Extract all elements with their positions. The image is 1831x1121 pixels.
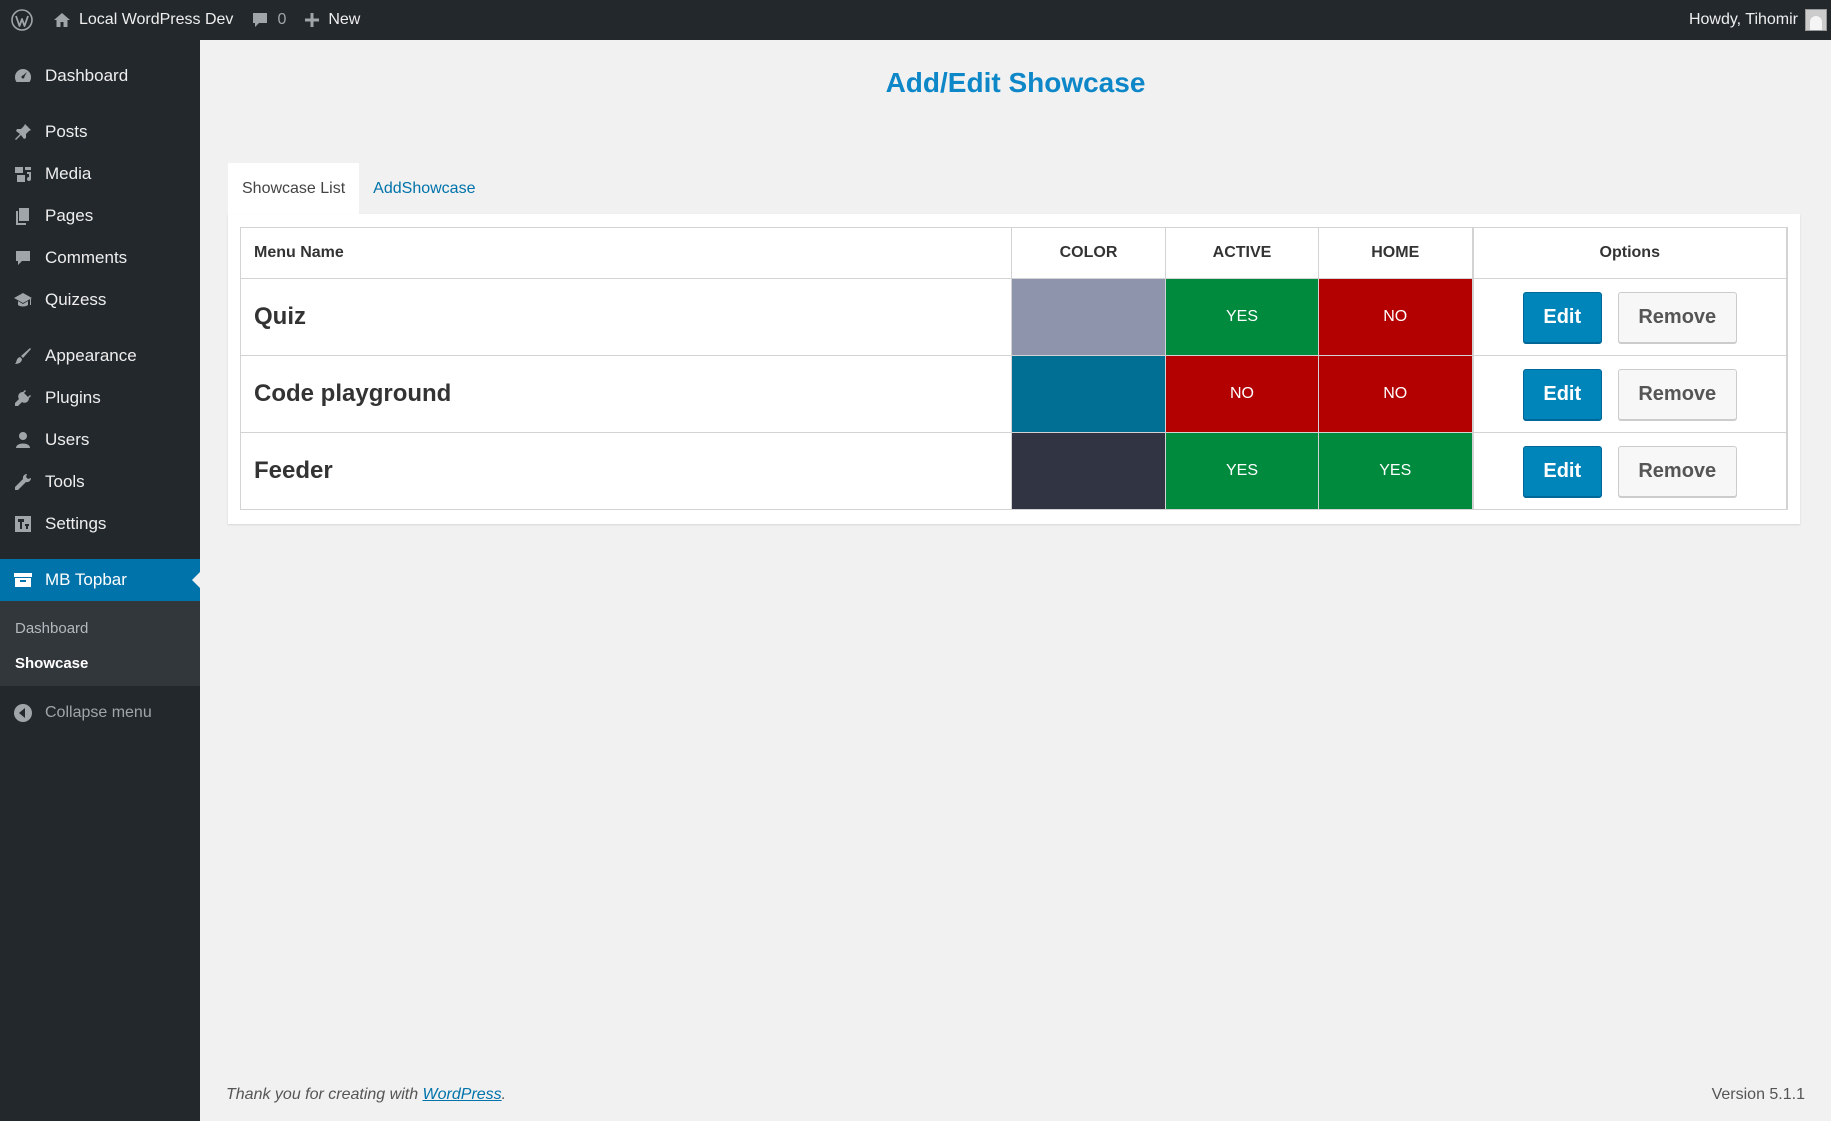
color-swatch <box>1011 355 1166 433</box>
tab-add-showcase[interactable]: AddShowcase <box>359 163 489 214</box>
tab-showcase-list[interactable]: Showcase List <box>228 163 360 214</box>
submenu-item-dashboard[interactable]: Dashboard <box>0 611 200 646</box>
sidebar-item-label: Tools <box>45 472 85 491</box>
home-status-cell: NO <box>1318 355 1473 433</box>
pin-icon <box>12 121 34 143</box>
sidebar-item-mb-topbar[interactable]: MB Topbar <box>0 559 200 601</box>
options-cell: Edit Remove <box>1471 355 1788 433</box>
color-swatch <box>1011 432 1166 510</box>
user-icon <box>12 429 34 451</box>
header-home: HOME <box>1318 227 1473 279</box>
paintbrush-icon <box>12 345 34 367</box>
settings-icon <box>12 513 34 535</box>
header-menu-name: Menu Name <box>240 227 1012 279</box>
sidebar-item-label: Plugins <box>45 388 101 407</box>
new-label: New <box>328 11 361 28</box>
sidebar-item-label: Dashboard <box>45 66 129 85</box>
wordpress-link[interactable]: WordPress <box>423 1086 502 1103</box>
site-name-link[interactable]: Local WordPress Dev <box>44 0 242 40</box>
showcase-list-panel: Menu Name COLOR ACTIVE HOME Options Quiz… <box>228 214 1800 524</box>
showcase-table: Menu Name COLOR ACTIVE HOME Options Quiz… <box>240 227 1788 510</box>
edit-button[interactable]: Edit <box>1522 445 1602 497</box>
home-status-cell: YES <box>1318 432 1473 510</box>
remove-button[interactable]: Remove <box>1617 445 1737 497</box>
sidebar-item-pages[interactable]: Pages <box>0 195 200 237</box>
wrench-icon <box>12 471 34 493</box>
sidebar-item-label: Comments <box>45 248 128 267</box>
table-row: Code playground NO NO Edit Remove <box>240 355 1788 433</box>
graduation-cap-icon <box>12 289 34 311</box>
submenu-item-showcase[interactable]: Showcase <box>0 646 200 681</box>
sidebar-item-comments[interactable]: Comments <box>0 237 200 279</box>
site-name: Local WordPress Dev <box>79 11 234 28</box>
wordpress-logo-icon[interactable] <box>0 0 44 40</box>
dashboard-icon <box>12 65 34 87</box>
sidebar-item-tools[interactable]: Tools <box>0 461 200 503</box>
header-active: ACTIVE <box>1165 227 1319 279</box>
pages-icon <box>12 205 34 227</box>
table-row: Feeder YES YES Edit Remove <box>240 432 1788 510</box>
active-status-cell: YES <box>1165 278 1319 356</box>
my-account[interactable]: Howdy, Tihomir <box>1680 0 1831 40</box>
active-status-cell: YES <box>1165 432 1319 510</box>
footer-thanks: Thank you for creating with WordPress. <box>226 1086 506 1104</box>
plugin-icon <box>12 387 34 409</box>
avatar <box>1805 9 1827 31</box>
archive-icon <box>12 569 34 591</box>
header-options: Options <box>1471 227 1788 279</box>
collapse-arrow-icon <box>12 702 34 724</box>
sidebar-item-appearance[interactable]: Appearance <box>0 335 200 377</box>
new-content-link[interactable]: New <box>295 0 369 40</box>
sidebar-item-label: Posts <box>45 122 88 141</box>
menu-name-cell: Feeder <box>240 432 1012 510</box>
comments-link[interactable]: 0 <box>242 0 295 40</box>
footer-thanks-text: Thank you for creating with <box>226 1086 423 1103</box>
mb-topbar-submenu: Dashboard Showcase <box>0 601 200 686</box>
sidebar-item-label: Quizess <box>45 290 107 309</box>
media-icon <box>12 163 34 185</box>
options-cell: Edit Remove <box>1471 278 1788 356</box>
sidebar-item-label: Settings <box>45 514 107 533</box>
comment-icon <box>12 247 34 269</box>
plus-icon <box>304 12 320 28</box>
sidebar-item-quizess[interactable]: Quizess <box>0 279 200 321</box>
sidebar-item-posts[interactable]: Posts <box>0 111 200 153</box>
sidebar-item-settings[interactable]: Settings <box>0 503 200 545</box>
header-color: COLOR <box>1011 227 1166 279</box>
comments-count: 0 <box>277 11 287 28</box>
active-status-cell: NO <box>1165 355 1319 433</box>
comment-icon <box>251 11 269 29</box>
color-swatch <box>1011 278 1166 356</box>
collapse-menu-label: Collapse menu <box>45 704 152 721</box>
sidebar-item-label: Media <box>45 164 92 183</box>
menu-name-cell: Quiz <box>240 278 1012 356</box>
remove-button[interactable]: Remove <box>1617 291 1737 343</box>
sidebar-item-label: Appearance <box>45 346 137 365</box>
table-row: Quiz YES NO Edit Remove <box>240 278 1788 356</box>
howdy-greeting: Howdy, Tihomir <box>1688 11 1798 28</box>
sidebar-item-plugins[interactable]: Plugins <box>0 377 200 419</box>
home-status-cell: NO <box>1318 278 1473 356</box>
sidebar-item-users[interactable]: Users <box>0 419 200 461</box>
sidebar-item-dashboard[interactable]: Dashboard <box>0 55 200 97</box>
remove-button[interactable]: Remove <box>1617 368 1737 420</box>
page-title: Add/Edit Showcase <box>885 67 1146 98</box>
edit-button[interactable]: Edit <box>1522 368 1602 420</box>
edit-button[interactable]: Edit <box>1522 291 1602 343</box>
admin-sidebar: Dashboard Posts Media Pages Comments Qui… <box>0 40 200 1121</box>
home-icon <box>53 11 71 29</box>
main-content: Add/Edit Showcase Showcase List AddShowc… <box>200 40 1831 1121</box>
options-cell: Edit Remove <box>1471 432 1788 510</box>
sidebar-item-label: Users <box>45 430 90 449</box>
collapse-menu-button[interactable]: Collapse menu <box>0 692 200 734</box>
tab-bar: Showcase List AddShowcase <box>228 163 489 214</box>
admin-bar: Local WordPress Dev 0 New Howdy, Tihomir <box>0 0 1831 40</box>
table-header-row: Menu Name COLOR ACTIVE HOME Options <box>240 227 1788 279</box>
menu-name-cell: Code playground <box>240 355 1012 433</box>
sidebar-item-label: MB Topbar <box>45 570 127 589</box>
footer-version: Version 5.1.1 <box>1711 1086 1805 1103</box>
sidebar-item-label: Pages <box>45 206 94 225</box>
footer-thanks-suffix: . <box>501 1086 507 1103</box>
sidebar-item-media[interactable]: Media <box>0 153 200 195</box>
